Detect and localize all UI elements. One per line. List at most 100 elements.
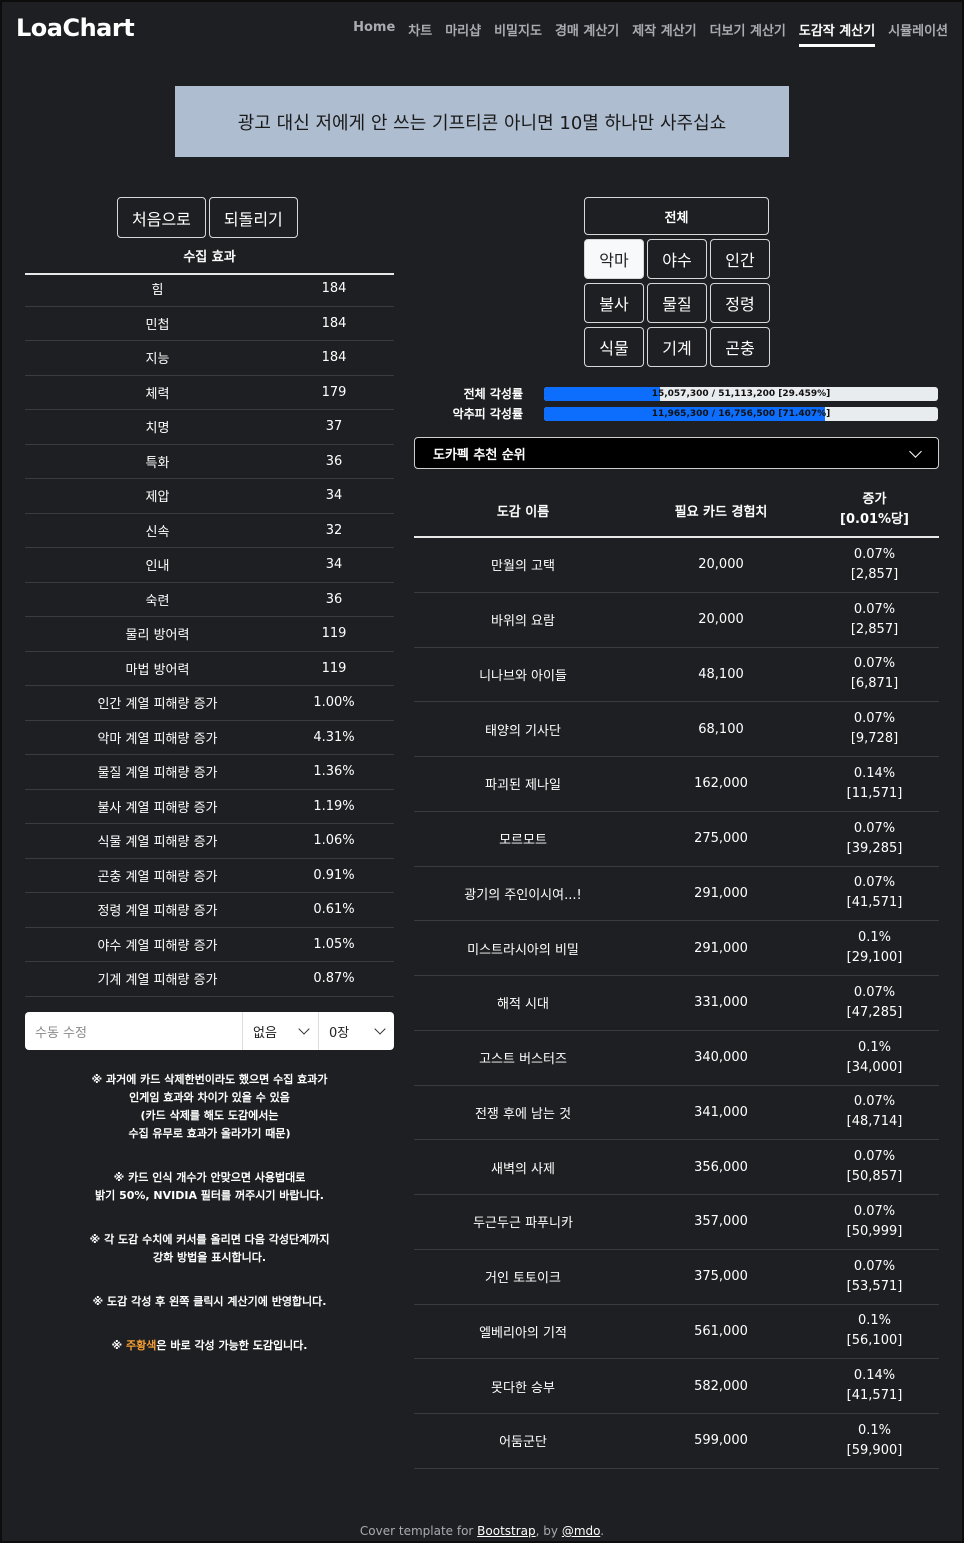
stats-table: 힘 184 민첩 184 지능 184 체력 179 치명 37 특화 36 제압 34 신속 32 인내 34 숙… xyxy=(25,272,394,997)
category-button[interactable]: 야수 xyxy=(647,239,707,279)
stat-value: 1.19% xyxy=(313,798,355,814)
note-line: 인게임 효과와 차이가 있을 수 있음 xyxy=(129,1091,290,1104)
chevron-down-icon xyxy=(374,1023,386,1035)
table-row[interactable]: 미스트라시아의 비밀 291,000 0.1% [29,100] xyxy=(414,921,939,976)
category-button[interactable]: 불사 xyxy=(584,283,644,323)
undo-button[interactable]: 되돌리기 xyxy=(208,197,298,238)
table-row[interactable]: 바위의 요람 20,000 0.07% [2,857] xyxy=(414,593,939,648)
progress-text-total: 15,057,300 / 51,113,200 [29.459%] xyxy=(651,389,831,399)
row-exp: 340,000 xyxy=(694,1050,748,1066)
progress-bar-total: 15,057,300 / 51,113,200 [29.459%] xyxy=(544,387,938,401)
table-row[interactable]: 전쟁 후에 남는 것 341,000 0.07% [48,714] xyxy=(414,1086,939,1141)
note: ※ 카드 인식 개수가 안맞으면 사용법대로 밝기 50%, NVIDIA 필터를… xyxy=(25,1169,394,1205)
table-row[interactable]: 거인 토토이크 375,000 0.07% [53,571] xyxy=(414,1250,939,1305)
nav-link[interactable]: 더보기 계산기 xyxy=(710,20,786,47)
row-exp: 20,000 xyxy=(698,557,744,573)
category-button[interactable]: 곤충 xyxy=(710,327,770,367)
category-button[interactable]: 기계 xyxy=(647,327,707,367)
row-increase: 0.07% [47,285] xyxy=(810,983,939,1023)
row-increase: 0.07% [2,857] xyxy=(810,600,939,640)
stat-name: 정령 계열 피해량 증가 xyxy=(97,904,218,920)
nav-link[interactable]: 마리샵 xyxy=(445,20,481,47)
category-button[interactable]: 물질 xyxy=(647,283,707,323)
reset-button[interactable]: 처음으로 xyxy=(117,197,206,238)
row-increase-value: 0.07% xyxy=(853,601,896,617)
table-row[interactable]: 모르모트 275,000 0.07% [39,285] xyxy=(414,812,939,867)
stat-name: 체력 xyxy=(145,386,170,402)
row-name: 태양의 기사단 xyxy=(485,723,561,739)
stat-value: 1.00% xyxy=(313,695,355,711)
nav-link[interactable]: 비밀지도 xyxy=(494,20,542,47)
nav-link[interactable]: 제작 계산기 xyxy=(632,20,696,47)
footer: Cover template for Bootstrap, by @mdo. xyxy=(0,1524,964,1538)
nav-link[interactable]: 경매 계산기 xyxy=(555,20,619,47)
row-increase-per: [34,000] xyxy=(846,1059,903,1075)
row-increase-per: [48,714] xyxy=(846,1114,903,1130)
row-increase-value: 0.1% xyxy=(857,1313,892,1329)
row-name: 해적 시대 xyxy=(497,997,549,1013)
stat-row: 치명 37 xyxy=(25,410,394,445)
stat-row: 곤충 계열 피해량 증가 0.91% xyxy=(25,859,394,893)
row-exp: 357,000 xyxy=(694,1214,748,1230)
stat-name: 기계 계열 피해량 증가 xyxy=(97,973,218,989)
row-name: 전쟁 후에 남는 것 xyxy=(474,1106,572,1122)
row-increase: 0.07% [2,857] xyxy=(810,545,939,585)
row-increase-per: [53,571] xyxy=(846,1278,903,1294)
row-increase-per: [2,857] xyxy=(850,566,899,582)
table-row[interactable]: 니나브와 아이들 48,100 0.07% [6,871] xyxy=(414,648,939,703)
nav-link[interactable]: 시뮬레이션 xyxy=(888,20,948,47)
stat-name: 인간 계열 피해량 증가 xyxy=(97,697,218,713)
row-increase-per: [9,728] xyxy=(850,731,899,747)
stat-row: 식물 계열 피해량 증가 1.06% xyxy=(25,824,394,859)
nav-link[interactable]: Home xyxy=(353,20,395,47)
footer-prefix: Cover template for xyxy=(359,1524,478,1538)
table-row[interactable]: 해적 시대 331,000 0.07% [47,285] xyxy=(414,976,939,1031)
table-row[interactable]: 엘베리아의 기적 561,000 0.1% [56,100] xyxy=(414,1305,939,1360)
table-row[interactable]: 두근두근 파푸니카 357,000 0.07% [50,999] xyxy=(414,1195,939,1250)
row-name: 못다한 승부 xyxy=(491,1380,555,1396)
table-row[interactable]: 고스트 버스터즈 340,000 0.1% [34,000] xyxy=(414,1031,939,1086)
category-button[interactable]: 인간 xyxy=(710,239,770,279)
manual-count-select-value: 0장 xyxy=(329,1025,350,1041)
brand-logo[interactable]: LoaChart xyxy=(16,14,135,42)
category-button[interactable]: 악마 xyxy=(584,239,644,279)
progress-text-demon: 11,965,300 / 16,756,500 [71.407%] xyxy=(651,409,831,419)
row-increase-value: 0.1% xyxy=(857,1039,892,1055)
nav-link[interactable]: 차트 xyxy=(408,20,432,47)
row-increase: 0.07% [48,714] xyxy=(810,1092,939,1132)
note-line: (카드 삭제를 해도 도감에서는 xyxy=(140,1109,279,1122)
row-increase-value: 0.07% xyxy=(853,656,896,672)
table-row[interactable]: 광기의 주인이시여...! 291,000 0.07% [41,571] xyxy=(414,867,939,922)
table-body: 만월의 고택 20,000 0.07% [2,857] 바위의 요람 20,000 0.07… xyxy=(414,538,939,1469)
manual-card-select[interactable]: 없음 xyxy=(243,1012,319,1050)
category-button[interactable]: 식물 xyxy=(584,327,644,367)
manual-edit-bar: 수동 수정 없음 0장 xyxy=(25,1012,394,1050)
stat-value: 119 xyxy=(321,660,347,676)
table-row[interactable]: 만월의 고택 20,000 0.07% [2,857] xyxy=(414,538,939,593)
note-line: ※ 과거에 카드 삭제한번이라도 했으면 수집 효과가 xyxy=(91,1073,328,1086)
table-row[interactable]: 못다한 승부 582,000 0.14% [41,571] xyxy=(414,1359,939,1414)
category-all-button[interactable]: 전체 xyxy=(584,197,769,235)
table-row[interactable]: 파괴된 제나일 162,000 0.14% [11,571] xyxy=(414,757,939,812)
footer-link-mdo[interactable]: @mdo xyxy=(562,1524,600,1538)
table-row[interactable]: 새벽의 사제 356,000 0.07% [50,857] xyxy=(414,1140,939,1195)
row-increase: 0.07% [50,857] xyxy=(810,1147,939,1187)
manual-count-select[interactable]: 0장 xyxy=(319,1012,394,1050)
table-row[interactable]: 태양의 기사단 68,100 0.07% [9,728] xyxy=(414,702,939,757)
header-increase: 증가 [0.01%당] xyxy=(810,490,939,530)
sort-dropdown[interactable]: 도카펙 추천 순위 xyxy=(414,437,939,469)
note: ※ 과거에 카드 삭제한번이라도 했으면 수집 효과가인게임 효과와 차이가 있… xyxy=(25,1071,394,1143)
stat-value: 184 xyxy=(321,281,347,297)
nav-link[interactable]: 도감작 계산기 xyxy=(798,20,876,47)
row-increase: 0.14% [41,571] xyxy=(810,1366,939,1406)
sort-dropdown-value: 도카펙 추천 순위 xyxy=(433,447,526,463)
category-button[interactable]: 정령 xyxy=(710,283,770,323)
footer-link-bootstrap[interactable]: Bootstrap xyxy=(477,1524,535,1538)
manual-edit-input[interactable]: 수동 수정 xyxy=(25,1012,243,1050)
row-increase-value: 0.1% xyxy=(857,930,892,946)
note-line: ※ 도감 각성 후 왼쪽 클릭시 계산기에 반영합니다. xyxy=(92,1295,327,1308)
row-name: 엘베리아의 기적 xyxy=(479,1325,567,1341)
note-orange-suffix: 은 바로 각성 가능한 도감입니다. xyxy=(156,1339,308,1352)
row-name: 거인 토토이크 xyxy=(485,1271,561,1287)
table-row[interactable]: 어둠군단 599,000 0.1% [59,900] xyxy=(414,1414,939,1469)
